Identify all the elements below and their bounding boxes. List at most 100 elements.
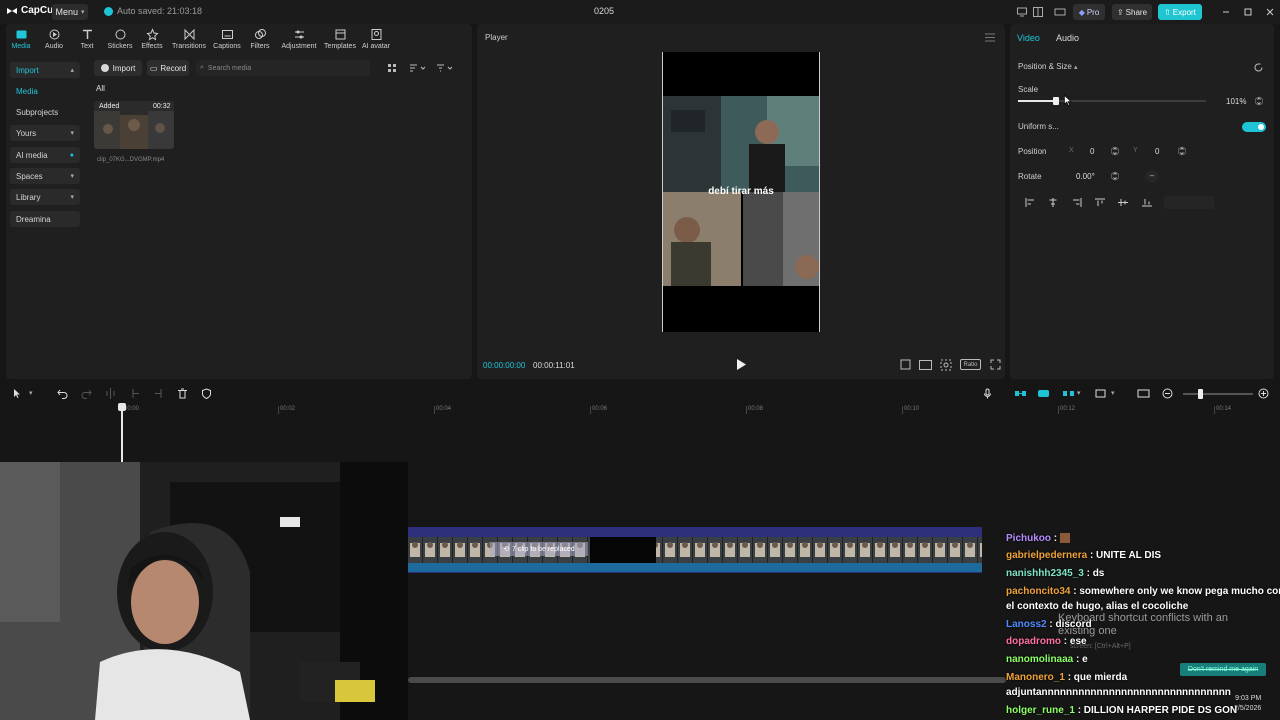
audio-waveform-track[interactable]: [408, 563, 982, 572]
playhead-handle[interactable]: [118, 403, 126, 411]
rotate-field[interactable]: 0.00°: [1076, 172, 1095, 181]
redo-icon[interactable]: [81, 388, 92, 399]
pos-y-label: Y: [1133, 147, 1138, 154]
sort-icon[interactable]: [409, 63, 427, 73]
keyboard-icon[interactable]: [1054, 6, 1066, 18]
position-size-section[interactable]: Position & Size ▴: [1018, 62, 1078, 71]
sidebar-item-media[interactable]: Media: [10, 83, 80, 99]
delete-icon[interactable]: [177, 388, 188, 399]
tool-adjustment[interactable]: Adjustment: [281, 28, 317, 50]
monitor-icon[interactable]: [1016, 6, 1028, 18]
sidebar-item-subprojects[interactable]: Subprojects: [10, 104, 80, 120]
tab-audio[interactable]: Audio: [1056, 33, 1079, 43]
scale-slider-handle[interactable]: [1053, 97, 1059, 105]
flip-button[interactable]: –: [1145, 170, 1159, 182]
tool-captions[interactable]: Captions: [210, 28, 244, 50]
split-right-icon[interactable]: [153, 388, 164, 399]
tool-filters[interactable]: Filters: [243, 28, 277, 50]
tool-text[interactable]: Text: [70, 28, 104, 50]
caption-track-icon[interactable]: [1137, 388, 1150, 399]
import-button[interactable]: Import: [94, 60, 142, 76]
align-bottom-icon[interactable]: [1142, 198, 1152, 207]
chevron-down-icon[interactable]: ▾: [29, 389, 33, 397]
chat-user: nanishhh2345_3: [1006, 568, 1084, 579]
filter-all-label[interactable]: All: [96, 84, 105, 93]
sidebar-item-spaces[interactable]: Spaces ▾: [10, 168, 80, 184]
reset-icon[interactable]: [1253, 62, 1264, 73]
scale-value[interactable]: 101%: [1226, 97, 1246, 106]
align-left-icon[interactable]: [1025, 198, 1035, 207]
align-center-v-icon[interactable]: [1118, 198, 1128, 207]
dont-remind-button[interactable]: Don't remind me again: [1180, 663, 1266, 676]
project-title[interactable]: 0205: [594, 6, 614, 16]
sidebar-item-library[interactable]: Library ▾: [10, 189, 80, 205]
undo-icon[interactable]: [57, 388, 68, 399]
timeline-ruler[interactable]: [0, 405, 1280, 417]
timeline-scrollbar[interactable]: [408, 677, 1006, 683]
align-center-h-icon[interactable]: [1048, 198, 1058, 207]
restore-icon[interactable]: [1242, 6, 1254, 18]
select-cursor-icon[interactable]: [12, 388, 23, 399]
stepper-icon[interactable]: [1178, 145, 1186, 157]
pos-y-field[interactable]: 0: [1155, 147, 1159, 156]
microphone-icon[interactable]: [982, 388, 993, 399]
hamburger-icon[interactable]: [985, 33, 995, 42]
split-icon[interactable]: [105, 388, 116, 399]
ruler-tick-mark: [590, 406, 591, 414]
zoom-slider-track[interactable]: [1183, 393, 1253, 395]
zoom-in-icon[interactable]: [1258, 388, 1269, 399]
stepper-icon[interactable]: [1111, 170, 1119, 182]
tool-ai-avatar[interactable]: AI avatar: [359, 28, 393, 50]
sidebar-item-import[interactable]: Import ▴: [10, 62, 80, 78]
chat-message: pachoncito34 : somewhere only we know pe…: [1006, 586, 1280, 597]
position-label: Position: [1018, 147, 1047, 156]
preview-axis-icon[interactable]: [1095, 388, 1106, 399]
crop-icon[interactable]: [900, 359, 911, 370]
chevron-down-icon[interactable]: ▾: [1111, 389, 1115, 397]
grid-view-icon[interactable]: [387, 63, 397, 73]
sidebar-item-yours[interactable]: Yours ▾: [10, 125, 80, 141]
uniform-scale-toggle[interactable]: [1242, 122, 1266, 132]
stepper-icon[interactable]: [1255, 95, 1263, 107]
tab-video[interactable]: Video: [1017, 33, 1040, 43]
zoom-fit-icon[interactable]: [940, 359, 952, 371]
magnet-icon[interactable]: [1037, 388, 1050, 399]
quality-icon[interactable]: [919, 360, 932, 370]
tool-transitions[interactable]: Transitions: [172, 28, 206, 50]
sidebar-item-dreamina[interactable]: Dreamina: [10, 211, 80, 227]
close-icon[interactable]: [1264, 6, 1276, 18]
search-input[interactable]: ⌕ Search media: [196, 60, 370, 76]
split-left-icon[interactable]: [130, 388, 141, 399]
filter-icon[interactable]: [436, 63, 454, 73]
zoom-slider-handle[interactable]: [1198, 389, 1203, 399]
share-button[interactable]: ⇪ Share: [1112, 4, 1152, 20]
sidebar-label: Subprojects: [16, 107, 59, 117]
minimize-icon[interactable]: [1220, 6, 1232, 18]
link-clips-icon[interactable]: [1014, 388, 1027, 399]
ratio-button[interactable]: Ratio: [960, 359, 981, 370]
tool-templates[interactable]: Templates: [323, 28, 357, 50]
sidebar-item-ai-media[interactable]: AI media ●: [10, 147, 80, 163]
chat-user: nanomolinaaa: [1006, 654, 1074, 665]
shield-icon[interactable]: [201, 388, 212, 399]
layout-icon[interactable]: [1032, 6, 1044, 18]
tool-stickers[interactable]: Stickers: [103, 28, 137, 50]
tool-audio[interactable]: Audio: [37, 28, 71, 50]
auto-snap-icon[interactable]: [1062, 388, 1075, 399]
menu-button[interactable]: Menu ▾: [52, 4, 88, 20]
playhead[interactable]: [121, 404, 123, 462]
export-button[interactable]: ⇧ Export: [1158, 4, 1202, 20]
align-top-icon[interactable]: [1095, 198, 1105, 207]
align-right-icon[interactable]: [1072, 198, 1082, 207]
fullscreen-icon[interactable]: [990, 359, 1001, 370]
record-button[interactable]: ▭ Record: [147, 60, 189, 76]
tool-media[interactable]: Media: [4, 28, 38, 50]
tool-effects[interactable]: Effects: [135, 28, 169, 50]
zoom-out-icon[interactable]: [1162, 388, 1173, 399]
chevron-down-icon[interactable]: ▾: [1077, 389, 1081, 397]
replace-clip-badge[interactable]: ⟲ 7 clip to be replaced: [490, 542, 588, 556]
pos-x-field[interactable]: 0: [1090, 147, 1094, 156]
pro-button[interactable]: ◆ Pro: [1073, 4, 1105, 20]
play-icon[interactable]: [736, 359, 746, 370]
stepper-icon[interactable]: [1111, 145, 1119, 157]
